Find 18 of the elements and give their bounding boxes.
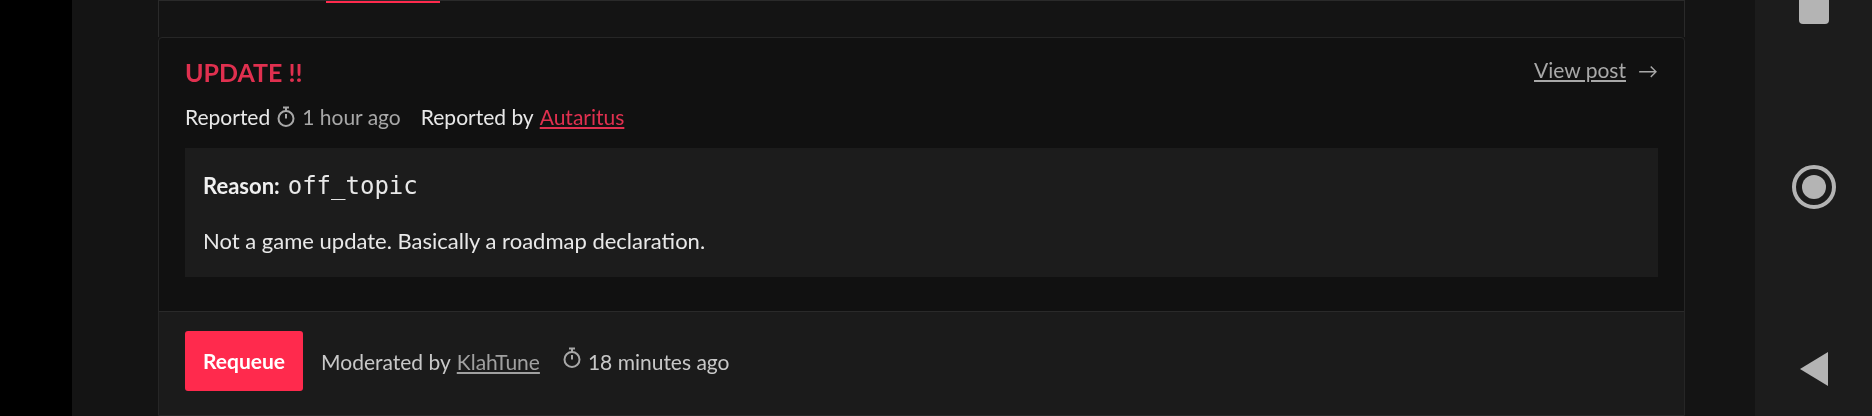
reason-code: off_topic: [287, 170, 418, 202]
view-post-link[interactable]: View post: [1534, 54, 1626, 86]
moderated-time: 18 minutes ago: [587, 347, 730, 376]
stopwatch-icon: [276, 105, 297, 128]
home-icon[interactable]: [1790, 164, 1837, 210]
arrow-glyph: →: [1638, 56, 1658, 84]
report-title: UPDATE !!: [185, 56, 303, 88]
reported-label: Reported: [185, 103, 271, 131]
recents-icon[interactable]: [1798, 0, 1829, 24]
reported-by-label: Reported by: [420, 103, 534, 131]
moderated-by-label: Moderated by: [321, 347, 451, 376]
stopwatch-icon: [561, 346, 582, 369]
requeue-button[interactable]: Requeue: [185, 330, 304, 391]
reported-time: 1 hour ago: [302, 103, 401, 131]
moderator-link[interactable]: KlahTune: [456, 345, 540, 377]
reason-text: Not a game update. Basically a roadmap declaration.: [203, 225, 707, 256]
reason-label: Reason:: [203, 170, 280, 201]
reporter-link[interactable]: Autaritus: [539, 101, 625, 133]
